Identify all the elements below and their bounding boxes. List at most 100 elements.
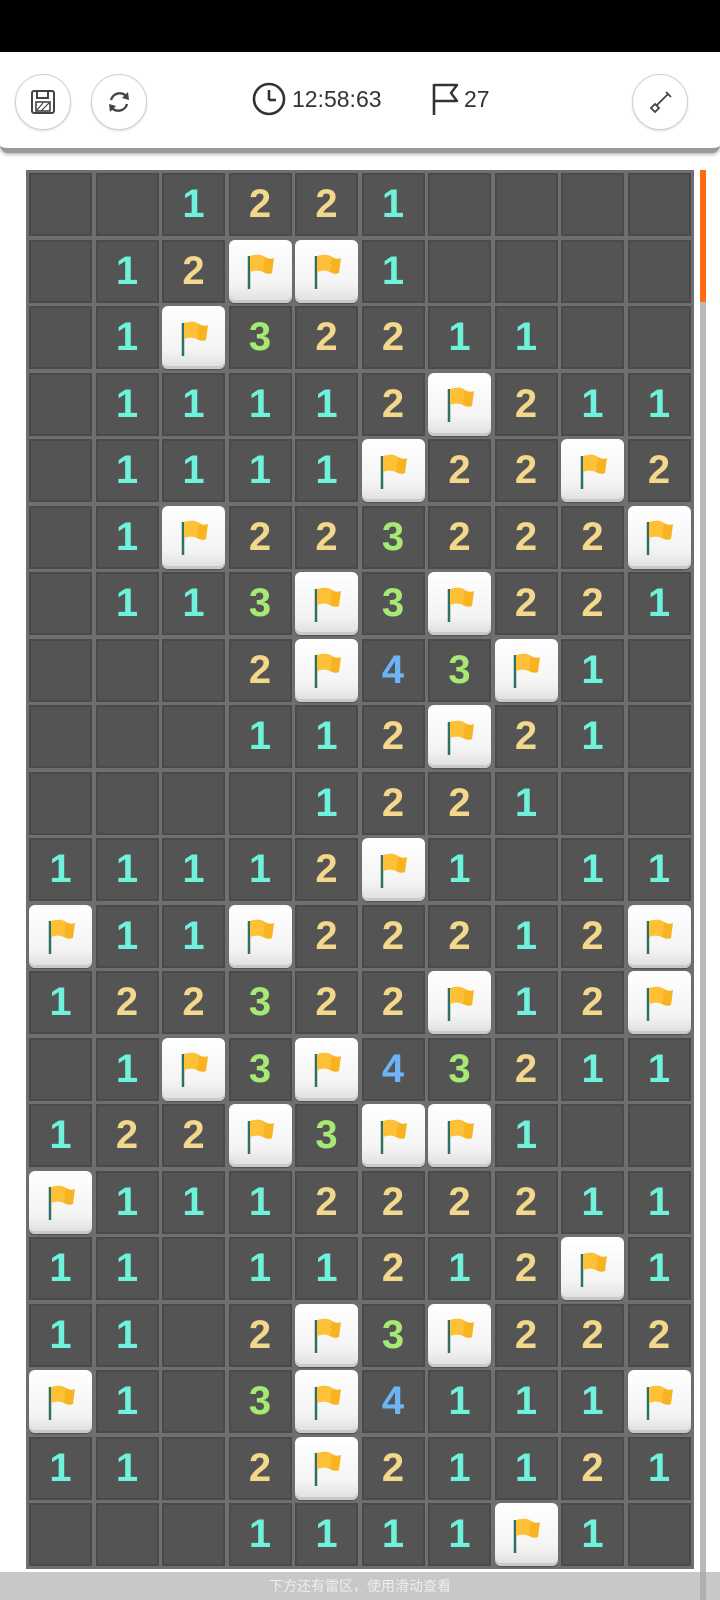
number-cell[interactable]: 1: [428, 1436, 491, 1500]
number-cell[interactable]: 1: [95, 372, 159, 436]
number-cell[interactable]: 1: [95, 239, 159, 303]
number-cell[interactable]: 2: [228, 1436, 292, 1500]
number-cell[interactable]: 2: [361, 705, 425, 768]
number-cell[interactable]: 2: [561, 505, 624, 569]
empty-cell[interactable]: [95, 771, 159, 835]
number-cell[interactable]: 3: [361, 1303, 425, 1367]
number-cell[interactable]: 1: [494, 971, 558, 1034]
number-cell[interactable]: 3: [428, 638, 491, 702]
number-cell[interactable]: 1: [29, 1436, 92, 1500]
empty-cell[interactable]: [162, 1303, 225, 1367]
empty-cell[interactable]: [29, 505, 92, 569]
number-cell[interactable]: 1: [95, 1303, 159, 1367]
number-cell[interactable]: 1: [627, 572, 691, 635]
flagged-cell[interactable]: [627, 1370, 691, 1433]
empty-cell[interactable]: [561, 173, 624, 236]
flagged-cell[interactable]: [361, 1104, 425, 1167]
empty-cell[interactable]: [29, 705, 92, 768]
number-cell[interactable]: 2: [295, 1170, 358, 1234]
number-cell[interactable]: 1: [162, 838, 225, 901]
number-cell[interactable]: 1: [162, 1170, 225, 1234]
flagged-cell[interactable]: [428, 572, 491, 635]
number-cell[interactable]: 2: [494, 372, 558, 436]
flagged-cell[interactable]: [228, 904, 292, 968]
number-cell[interactable]: 2: [361, 904, 425, 968]
flagged-cell[interactable]: [627, 505, 691, 569]
number-cell[interactable]: 1: [561, 1370, 624, 1433]
number-cell[interactable]: 1: [162, 173, 225, 236]
number-cell[interactable]: 1: [627, 1170, 691, 1234]
number-cell[interactable]: 1: [561, 638, 624, 702]
empty-cell[interactable]: [162, 771, 225, 835]
empty-cell[interactable]: [29, 1037, 92, 1101]
number-cell[interactable]: 3: [361, 572, 425, 635]
number-cell[interactable]: 3: [228, 1370, 292, 1433]
empty-cell[interactable]: [228, 771, 292, 835]
number-cell[interactable]: 1: [627, 838, 691, 901]
number-cell[interactable]: 1: [95, 1037, 159, 1101]
number-cell[interactable]: 1: [228, 705, 292, 768]
number-cell[interactable]: 2: [561, 1303, 624, 1367]
number-cell[interactable]: 2: [428, 505, 491, 569]
number-cell[interactable]: 1: [561, 838, 624, 901]
flagged-cell[interactable]: [295, 572, 358, 635]
empty-cell[interactable]: [162, 1503, 225, 1566]
number-cell[interactable]: 2: [295, 971, 358, 1034]
empty-cell[interactable]: [29, 1503, 92, 1566]
flagged-cell[interactable]: [361, 838, 425, 901]
number-cell[interactable]: 2: [561, 971, 624, 1034]
number-cell[interactable]: 2: [95, 1104, 159, 1167]
empty-cell[interactable]: [627, 173, 691, 236]
number-cell[interactable]: 1: [29, 1237, 92, 1300]
flagged-cell[interactable]: [627, 904, 691, 968]
number-cell[interactable]: 1: [428, 1237, 491, 1300]
flagged-cell[interactable]: [561, 1237, 624, 1300]
flagged-cell[interactable]: [428, 1104, 491, 1167]
number-cell[interactable]: 1: [95, 1370, 159, 1433]
number-cell[interactable]: 2: [361, 1170, 425, 1234]
number-cell[interactable]: 1: [561, 1037, 624, 1101]
empty-cell[interactable]: [428, 239, 491, 303]
flagged-cell[interactable]: [428, 705, 491, 768]
number-cell[interactable]: 1: [561, 1503, 624, 1566]
empty-cell[interactable]: [494, 173, 558, 236]
empty-cell[interactable]: [561, 306, 624, 369]
flagged-cell[interactable]: [228, 1104, 292, 1167]
flagged-cell[interactable]: [627, 971, 691, 1034]
empty-cell[interactable]: [29, 771, 92, 835]
number-cell[interactable]: 1: [162, 372, 225, 436]
number-cell[interactable]: 1: [295, 439, 358, 502]
flagged-cell[interactable]: [162, 306, 225, 369]
empty-cell[interactable]: [627, 306, 691, 369]
number-cell[interactable]: 2: [627, 439, 691, 502]
number-cell[interactable]: 1: [561, 1170, 624, 1234]
number-cell[interactable]: 2: [228, 1303, 292, 1367]
number-cell[interactable]: 2: [494, 1170, 558, 1234]
number-cell[interactable]: 4: [361, 638, 425, 702]
number-cell[interactable]: 1: [95, 306, 159, 369]
number-cell[interactable]: 2: [361, 372, 425, 436]
number-cell[interactable]: 1: [162, 439, 225, 502]
number-cell[interactable]: 2: [494, 572, 558, 635]
number-cell[interactable]: 1: [95, 1170, 159, 1234]
number-cell[interactable]: 1: [627, 372, 691, 436]
number-cell[interactable]: 2: [295, 505, 358, 569]
restart-button[interactable]: [91, 74, 147, 130]
empty-cell[interactable]: [29, 372, 92, 436]
number-cell[interactable]: 2: [162, 1104, 225, 1167]
number-cell[interactable]: 1: [95, 505, 159, 569]
number-cell[interactable]: 2: [494, 1237, 558, 1300]
flagged-cell[interactable]: [295, 1370, 358, 1433]
number-cell[interactable]: 1: [627, 1436, 691, 1500]
number-cell[interactable]: 1: [428, 1370, 491, 1433]
number-cell[interactable]: 1: [29, 971, 92, 1034]
empty-cell[interactable]: [29, 439, 92, 502]
number-cell[interactable]: 2: [428, 904, 491, 968]
number-cell[interactable]: 3: [228, 971, 292, 1034]
flagged-cell[interactable]: [29, 904, 92, 968]
number-cell[interactable]: 1: [627, 1237, 691, 1300]
flagged-cell[interactable]: [428, 971, 491, 1034]
number-cell[interactable]: 2: [428, 771, 491, 835]
flagged-cell[interactable]: [361, 439, 425, 502]
number-cell[interactable]: 1: [162, 572, 225, 635]
